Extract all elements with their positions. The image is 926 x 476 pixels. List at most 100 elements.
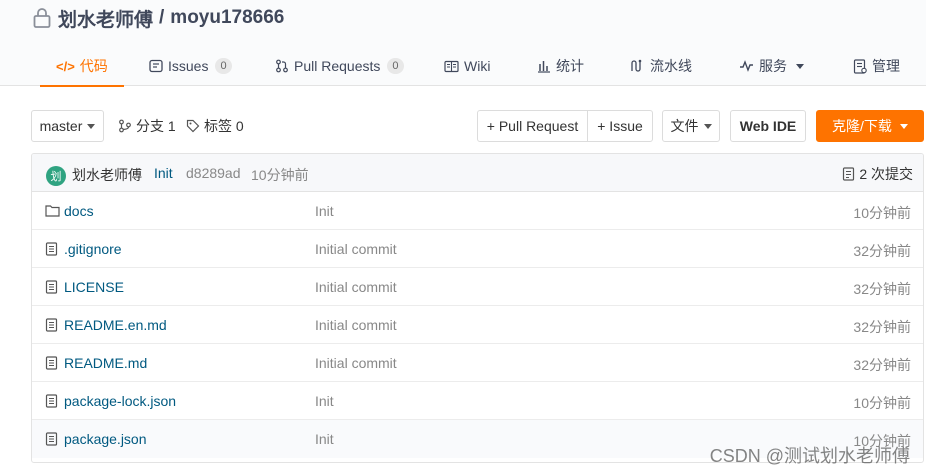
- repo-separator: /: [159, 7, 165, 28]
- file-icon: [45, 432, 58, 446]
- branch-icon: [119, 119, 131, 133]
- clone-download-label: 克隆/下载: [832, 118, 892, 134]
- branches-link[interactable]: 分支 1: [118, 110, 176, 142]
- wiki-icon: [444, 60, 459, 72]
- chevron-down-icon: [703, 123, 712, 129]
- file-name[interactable]: package-lock.json: [64, 393, 176, 409]
- file-commit-message[interactable]: Initial commit: [315, 355, 397, 371]
- file-menu-label: 文件: [670, 118, 699, 134]
- repo-tabs: </> 代码 Issues 0 Pull Requests 0 Wiki 统计 …: [0, 46, 926, 87]
- issues-icon: [149, 59, 163, 73]
- commit-author[interactable]: 划水老师傅: [72, 165, 142, 185]
- file-commit-time: 32分钟前: [853, 357, 911, 373]
- commit-time: 10分钟前: [251, 167, 309, 183]
- tab-label: 流水线: [650, 58, 692, 74]
- web-ide-label: Web IDE: [739, 118, 797, 134]
- chevron-down-icon: [899, 123, 908, 129]
- file-commit-time: 32分钟前: [853, 319, 911, 335]
- manage-icon: [853, 58, 867, 74]
- tab-wiki[interactable]: Wiki: [444, 46, 490, 86]
- file-row-package-lock[interactable]: package-lock.json Init 10分钟前: [32, 382, 923, 420]
- file-commit-time: 10分钟前: [853, 395, 911, 411]
- file-name[interactable]: README.md: [64, 355, 147, 371]
- file-icon: [45, 356, 58, 370]
- file-row-gitignore[interactable]: .gitignore Initial commit 32分钟前: [32, 230, 923, 268]
- new-issue-button[interactable]: + Issue: [587, 110, 653, 142]
- clone-download-button[interactable]: 克隆/下载: [816, 110, 924, 142]
- file-row-readme[interactable]: README.md Initial commit 32分钟前: [32, 344, 923, 382]
- repo-owner-link[interactable]: 划水老师傅: [58, 5, 153, 32]
- commit-count-link[interactable]: 2 次提交: [842, 164, 913, 184]
- commit-count: 2 次提交: [859, 166, 913, 182]
- file-name[interactable]: package.json: [64, 431, 147, 447]
- file-commit-message[interactable]: Init: [315, 431, 334, 447]
- chevron-down-icon: [796, 63, 804, 69]
- file-name[interactable]: .gitignore: [64, 241, 122, 257]
- tab-label: 服务: [759, 58, 787, 74]
- tab-label: 管理: [872, 58, 900, 74]
- file-name[interactable]: docs: [64, 203, 94, 219]
- code-icon: </>: [56, 58, 75, 74]
- latest-commit-bar: 划 划水老师傅 Init d8289ad 10分钟前 2 次提交: [32, 154, 923, 192]
- tab-label: Issues: [168, 58, 209, 74]
- issues-count-badge: 0: [215, 58, 232, 74]
- file-icon: [45, 280, 58, 294]
- watermark: CSDN @测试划水老师傅: [709, 446, 910, 466]
- tab-issues[interactable]: Issues 0: [149, 46, 232, 86]
- folder-icon: [45, 205, 60, 217]
- new-pr-label: + Pull Request: [486, 118, 579, 134]
- file-commit-message[interactable]: Initial commit: [315, 317, 397, 333]
- commits-icon: [843, 167, 855, 181]
- tab-label: Wiki: [464, 58, 491, 74]
- file-commit-time: 32分钟前: [853, 243, 911, 259]
- pipeline-icon: [631, 59, 642, 72]
- branch-select-label: master: [39, 118, 83, 134]
- file-menu-button[interactable]: 文件: [662, 110, 720, 142]
- tab-label: Pull Requests: [294, 58, 381, 74]
- commit-sha[interactable]: d8289ad: [186, 165, 241, 181]
- pull-request-icon: [276, 59, 288, 73]
- tab-manage[interactable]: 管理: [853, 46, 900, 86]
- lock-icon: [33, 8, 51, 28]
- file-icon: [45, 318, 58, 332]
- file-row-docs[interactable]: docs Init 10分钟前: [32, 192, 923, 230]
- repo-name-link[interactable]: moyu178666: [170, 7, 284, 29]
- repo-toolbar: master 分支 1 标签 0 + Pull Request + Issue …: [31, 110, 926, 142]
- branches-count: 分支 1: [136, 118, 176, 134]
- tab-label: 代码: [79, 58, 108, 74]
- branch-select[interactable]: master: [31, 110, 104, 142]
- file-row-readme-en[interactable]: README.en.md Initial commit 32分钟前: [32, 306, 923, 344]
- file-commit-time: 32分钟前: [853, 281, 911, 297]
- file-icon: [45, 394, 58, 408]
- commit-message[interactable]: Init: [154, 165, 173, 181]
- file-row-license[interactable]: LICENSE Initial commit 32分钟前: [32, 268, 923, 306]
- tags-link[interactable]: 标签 0: [186, 110, 244, 142]
- file-commit-message[interactable]: Initial commit: [315, 279, 397, 295]
- service-icon: [740, 60, 753, 72]
- file-icon: [45, 242, 58, 256]
- repo-header: 划水老师傅 / moyu178666 </> 代码 Issues 0 Pull …: [0, 0, 926, 87]
- stats-icon: [538, 61, 550, 73]
- new-pull-request-button[interactable]: + Pull Request: [477, 110, 588, 142]
- web-ide-button[interactable]: Web IDE: [730, 110, 806, 142]
- file-name[interactable]: LICENSE: [64, 279, 124, 295]
- tag-icon: [186, 119, 200, 133]
- file-commit-message[interactable]: Init: [315, 393, 334, 409]
- tab-stats[interactable]: 统计: [537, 46, 584, 86]
- repo-title: 划水老师傅 / moyu178666: [32, 5, 284, 31]
- pr-count-badge: 0: [387, 58, 404, 74]
- tab-service[interactable]: 服务: [739, 46, 804, 86]
- file-commit-message[interactable]: Init: [315, 203, 334, 219]
- file-name[interactable]: README.en.md: [64, 317, 167, 333]
- file-list: 划 划水老师傅 Init d8289ad 10分钟前 2 次提交 docs In…: [31, 153, 924, 463]
- tab-pull-requests[interactable]: Pull Requests 0: [275, 46, 404, 86]
- tags-count: 标签 0: [204, 118, 244, 134]
- file-commit-message[interactable]: Initial commit: [315, 241, 397, 257]
- avatar[interactable]: 划: [46, 166, 66, 186]
- chevron-down-icon: [87, 123, 96, 129]
- tab-label: 统计: [556, 58, 584, 74]
- new-issue-label: + Issue: [597, 118, 643, 134]
- tab-pipeline[interactable]: 流水线: [630, 46, 692, 86]
- file-commit-time: 10分钟前: [853, 205, 911, 221]
- tab-code[interactable]: </> 代码: [40, 46, 124, 87]
